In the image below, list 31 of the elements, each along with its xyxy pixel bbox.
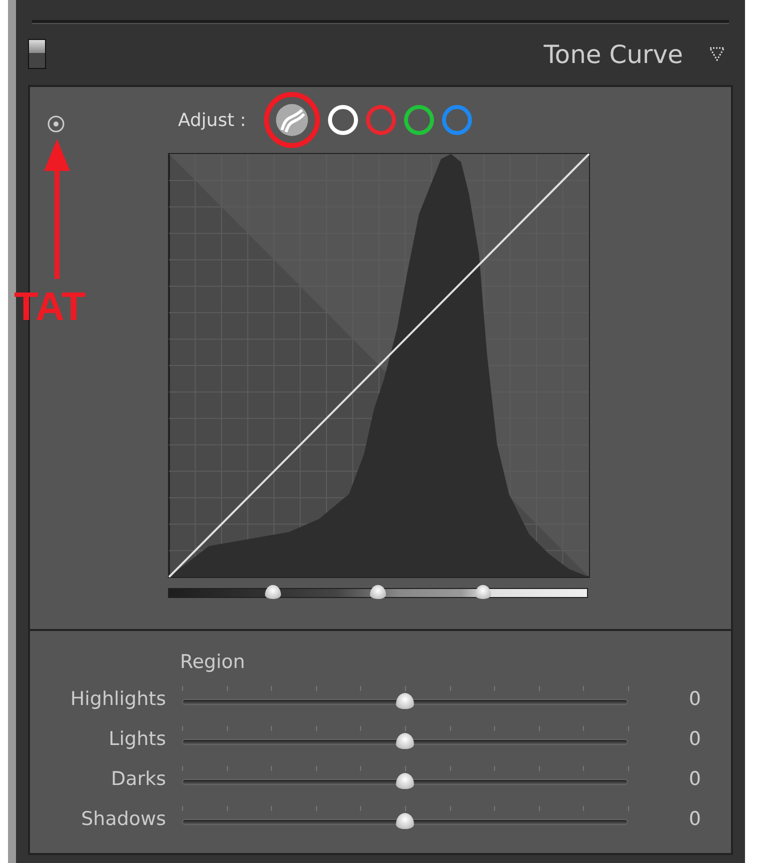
slider-label: Highlights — [69, 688, 166, 710]
slider-label: Darks — [110, 768, 166, 790]
color-channel-button[interactable] — [366, 105, 396, 135]
slider[interactable] — [182, 726, 628, 752]
slider-handle[interactable] — [396, 733, 414, 749]
slider-handle[interactable] — [396, 693, 414, 709]
slider-value: 0 — [688, 808, 701, 830]
region-label: Region — [180, 651, 246, 673]
slider-label: Lights — [108, 728, 166, 750]
split-point-handle[interactable] — [265, 585, 281, 599]
slider[interactable] — [182, 806, 628, 832]
split-point-handle[interactable] — [370, 585, 386, 599]
slider-handle[interactable] — [396, 773, 414, 789]
split-point-handle[interactable] — [475, 585, 491, 599]
rgb-channel-button[interactable] — [328, 105, 358, 135]
color-channel-button[interactable] — [442, 105, 472, 135]
annotation-label: TAT — [14, 285, 86, 330]
parametric-curve-button[interactable] — [264, 92, 320, 148]
collapse-triangle-icon[interactable] — [709, 47, 725, 61]
slider[interactable] — [182, 766, 628, 792]
slider-value: 0 — [688, 688, 701, 710]
slider[interactable] — [182, 686, 628, 712]
panel-toggle-switch[interactable] — [28, 39, 46, 69]
adjust-label: Adjust : — [178, 110, 246, 130]
target-adjustment-icon[interactable] — [47, 115, 65, 133]
color-channel-button[interactable] — [404, 105, 434, 135]
slider-label: Shadows — [80, 808, 166, 830]
slider-handle[interactable] — [396, 813, 414, 829]
panel-title: Tone Curve — [544, 40, 683, 68]
slider-value: 0 — [688, 728, 701, 750]
slider-value: 0 — [688, 768, 701, 790]
